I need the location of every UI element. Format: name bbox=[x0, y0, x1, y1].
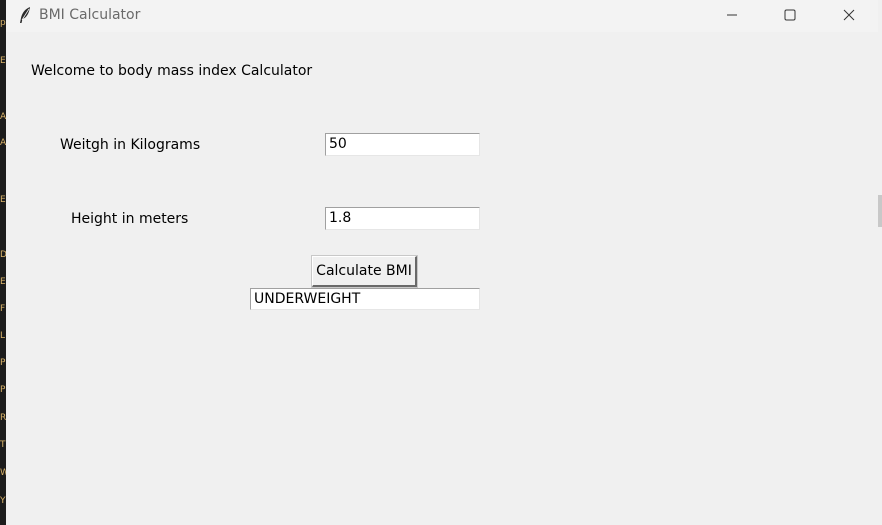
bmi-calculator-window: BMI Calculator Welcome to body mass inde… bbox=[6, 0, 878, 525]
close-icon bbox=[843, 9, 855, 21]
height-label: Height in meters bbox=[71, 211, 189, 227]
welcome-label: Welcome to body mass index Calculator bbox=[31, 63, 313, 79]
close-button[interactable] bbox=[826, 0, 872, 30]
window-title: BMI Calculator bbox=[39, 7, 141, 23]
weight-input[interactable]: 50 bbox=[325, 133, 480, 156]
background-scrollbar bbox=[878, 0, 882, 525]
height-input[interactable]: 1.8 bbox=[325, 207, 480, 230]
maximize-button[interactable] bbox=[767, 0, 813, 30]
weight-label: Weitgh in Kilograms bbox=[60, 137, 201, 153]
result-output[interactable]: UNDERWEIGHT bbox=[250, 288, 480, 310]
minimize-icon bbox=[726, 9, 738, 21]
minimize-button[interactable] bbox=[709, 0, 755, 30]
calculate-bmi-button[interactable]: Calculate BMI bbox=[311, 255, 418, 288]
feather-icon bbox=[17, 6, 33, 24]
title-bar[interactable]: BMI Calculator bbox=[6, 0, 878, 32]
scrollbar-thumb bbox=[878, 195, 882, 227]
maximize-icon bbox=[784, 9, 796, 21]
calculator-form: Welcome to body mass index Calculator We… bbox=[6, 32, 878, 525]
